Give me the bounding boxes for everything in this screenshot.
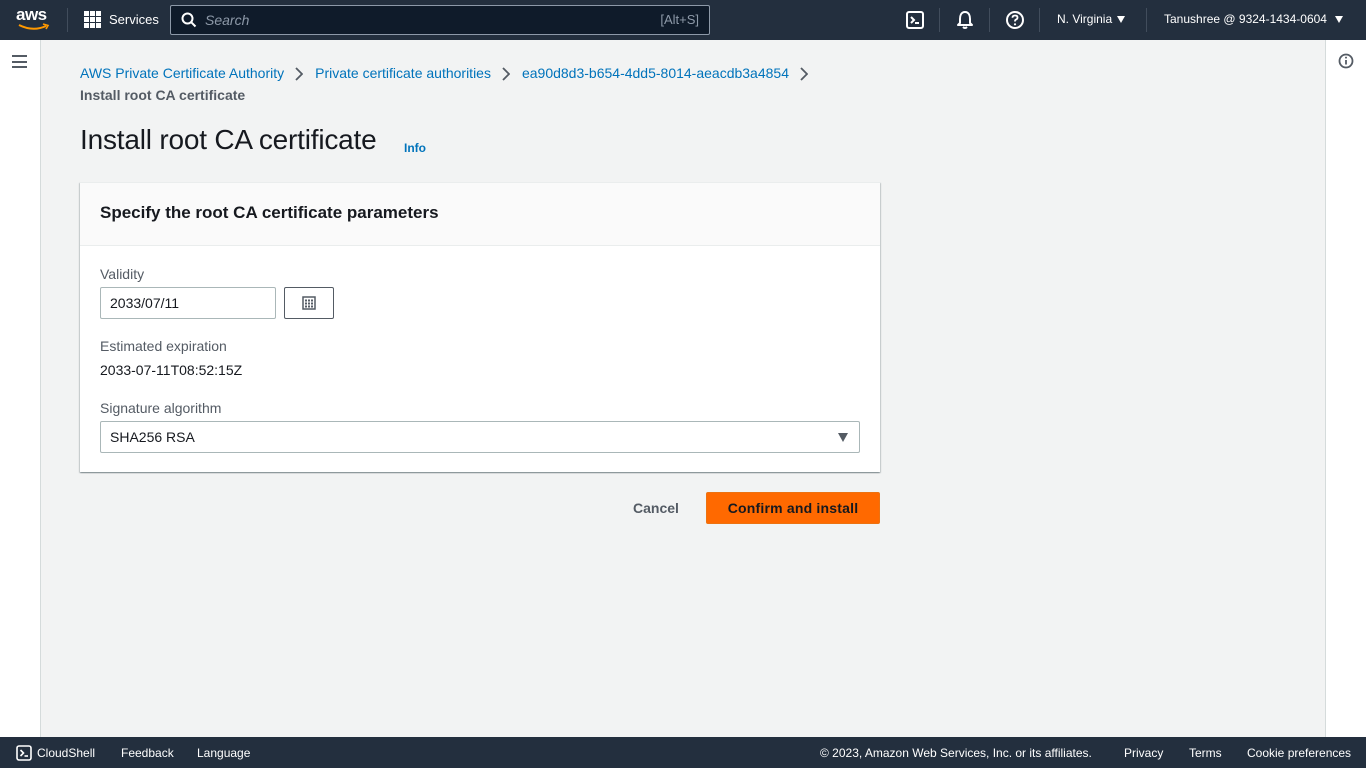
cloudshell-icon[interactable] xyxy=(905,10,925,30)
search-input[interactable] xyxy=(205,10,645,30)
parameters-container: Specify the root CA certificate paramete… xyxy=(80,182,880,472)
caret-down-icon xyxy=(838,432,848,442)
nav-divider xyxy=(989,8,990,32)
breadcrumb-link-private-ca[interactable]: AWS Private Certificate Authority xyxy=(80,65,284,81)
footer-copyright: © 2023, Amazon Web Services, Inc. or its… xyxy=(820,746,1092,760)
container-title: Specify the root CA certificate paramete… xyxy=(100,203,439,222)
services-grid-icon xyxy=(84,11,101,28)
nav-divider xyxy=(1146,8,1147,32)
footer-cookie-preferences-link[interactable]: Cookie preferences xyxy=(1247,746,1351,760)
left-navigation-rail xyxy=(0,40,41,737)
caret-down-icon xyxy=(1117,15,1126,23)
signature-algorithm-select[interactable]: SHA256 RSA xyxy=(100,421,860,453)
calendar-icon xyxy=(302,296,316,310)
help-icon[interactable] xyxy=(1005,10,1025,30)
notifications-bell-icon[interactable] xyxy=(955,10,975,30)
menu-hamburger-icon[interactable] xyxy=(12,55,28,68)
search-icon xyxy=(181,12,197,28)
aws-logo-text: aws xyxy=(16,5,47,24)
chevron-right-icon xyxy=(800,67,808,81)
cancel-button[interactable]: Cancel xyxy=(619,492,693,524)
footer: CloudShell Feedback Language © 2023, Ama… xyxy=(0,737,1366,768)
search-shortcut: [Alt+S] xyxy=(660,12,699,27)
aws-logo[interactable]: aws xyxy=(16,6,52,34)
breadcrumb-link-authorities[interactable]: Private certificate authorities xyxy=(315,65,491,81)
top-navigation: aws Services [Alt+S] N. Virgin xyxy=(0,0,1366,40)
chevron-right-icon xyxy=(295,67,304,81)
footer-privacy-link[interactable]: Privacy xyxy=(1124,746,1163,760)
caret-down-icon xyxy=(1334,15,1343,23)
nav-divider xyxy=(939,8,940,32)
aws-smile-icon xyxy=(18,23,50,30)
confirm-and-install-button[interactable]: Confirm and install xyxy=(706,492,880,524)
account-label: Tanushree @ 9324-1434-0604 xyxy=(1164,12,1327,26)
signature-algorithm-value: SHA256 RSA xyxy=(110,429,195,445)
search-bar[interactable]: [Alt+S] xyxy=(170,5,710,35)
right-tools-rail xyxy=(1325,40,1366,737)
validity-label: Validity xyxy=(100,266,145,282)
footer-cloudshell-link[interactable]: CloudShell xyxy=(37,746,95,760)
nav-divider xyxy=(67,8,68,32)
breadcrumb-link-ca-id[interactable]: ea90d8d3-b654-4dd5-8014-aeacdb3a4854 xyxy=(522,65,789,81)
chevron-right-icon xyxy=(502,67,510,81)
cloudshell-icon[interactable] xyxy=(16,745,32,761)
region-label: N. Virginia xyxy=(1057,12,1113,26)
footer-feedback-link[interactable]: Feedback xyxy=(121,746,174,760)
services-menu-button[interactable]: Services xyxy=(84,11,159,28)
validity-date-input[interactable] xyxy=(100,287,276,319)
info-panel-icon[interactable] xyxy=(1338,53,1354,69)
signature-algorithm-label: Signature algorithm xyxy=(100,400,222,416)
breadcrumb: AWS Private Certificate Authority Private… xyxy=(80,62,880,106)
page-title: Install root CA certificate xyxy=(80,124,377,155)
services-label: Services xyxy=(109,12,159,27)
container-header: Specify the root CA certificate paramete… xyxy=(80,183,880,246)
calendar-button[interactable] xyxy=(284,287,334,319)
footer-terms-link[interactable]: Terms xyxy=(1189,746,1222,760)
nav-divider xyxy=(1039,8,1040,32)
footer-language-link[interactable]: Language xyxy=(197,746,250,760)
region-selector[interactable]: N. Virginia xyxy=(1057,12,1126,26)
expiration-value: 2033-07-11T08:52:15Z xyxy=(100,362,243,378)
account-menu[interactable]: Tanushree @ 9324-1434-0604 xyxy=(1164,12,1343,26)
info-link[interactable]: Info xyxy=(404,141,426,155)
expiration-label: Estimated expiration xyxy=(100,338,227,354)
breadcrumb-current: Install root CA certificate xyxy=(80,87,246,103)
